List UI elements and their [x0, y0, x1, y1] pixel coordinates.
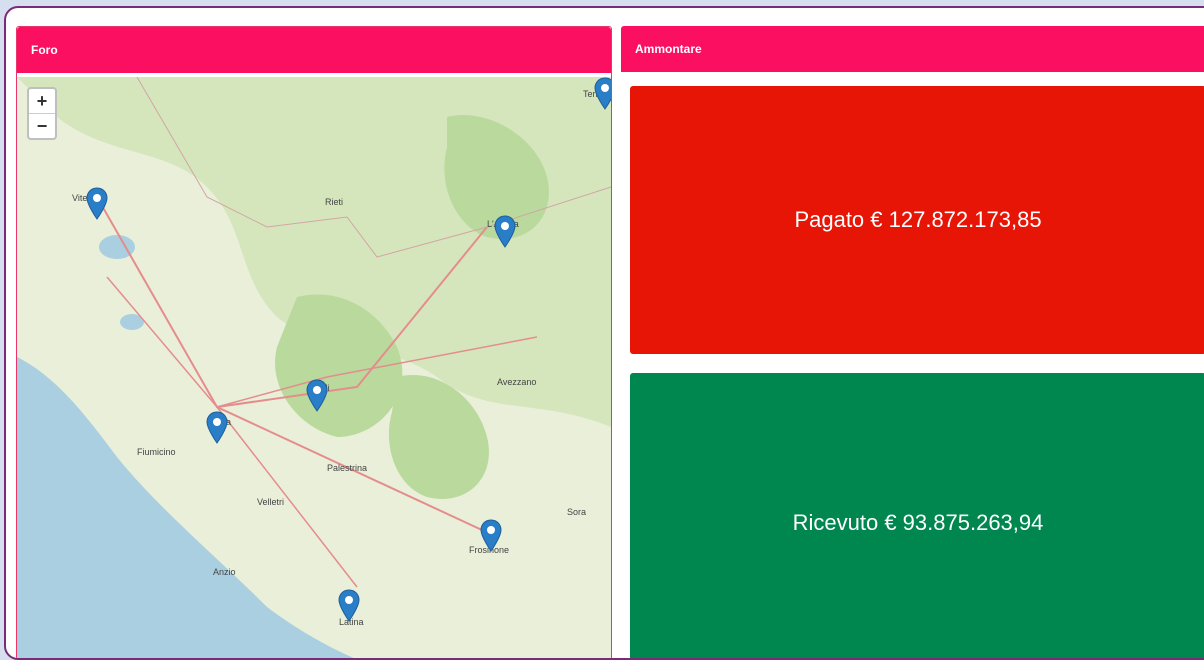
map-label-fiumicino: Fiumicino	[137, 447, 176, 457]
map-pin-laquila[interactable]	[493, 215, 517, 249]
paid-amount-text: Pagato € 127.872.173,85	[794, 207, 1042, 232]
zoom-out-button[interactable]: −	[29, 113, 55, 138]
map-zoom-control: + −	[27, 87, 57, 140]
map-label-velletri: Velletri	[257, 497, 285, 507]
foro-panel-header: Foro	[17, 27, 611, 73]
map-label-palestrina: Palestrina	[327, 463, 368, 473]
map-pin-latina[interactable]	[337, 589, 361, 623]
ammontare-panel-header: Ammontare	[621, 26, 1204, 72]
ammontare-panel: Ammontare Pagato € 127.872.173,85 Ricevu…	[621, 26, 1204, 658]
map-pin-terni[interactable]	[593, 77, 611, 111]
map-pin-frosinone[interactable]	[479, 519, 503, 553]
map-label-avezzano: Avezzano	[497, 377, 537, 387]
received-amount-text: Ricevuto € 93.875.263,94	[792, 510, 1044, 535]
map-label-sora: Sora	[567, 507, 587, 517]
dashboard-frame: Foro + − Viterbo Rieti Frosinone Latina …	[4, 6, 1204, 660]
map-pin-viterbo[interactable]	[85, 187, 109, 221]
map-pin-roma[interactable]	[205, 411, 229, 445]
map-background	[17, 77, 611, 658]
map-label-anzio: Anzio	[213, 567, 236, 577]
map-label-rieti: Rieti	[325, 197, 344, 207]
foro-map[interactable]: + − Viterbo Rieti L'Aquila Roma Tivoli F…	[17, 77, 611, 658]
paid-amount-box: Pagato € 127.872.173,85	[630, 86, 1204, 354]
zoom-in-button[interactable]: +	[29, 89, 55, 113]
received-amount-box: Ricevuto € 93.875.263,94	[630, 373, 1204, 658]
foro-panel: Foro + − Viterbo Rieti Frosinone Latina …	[16, 26, 612, 658]
map-pin-tivoli[interactable]	[305, 379, 329, 413]
